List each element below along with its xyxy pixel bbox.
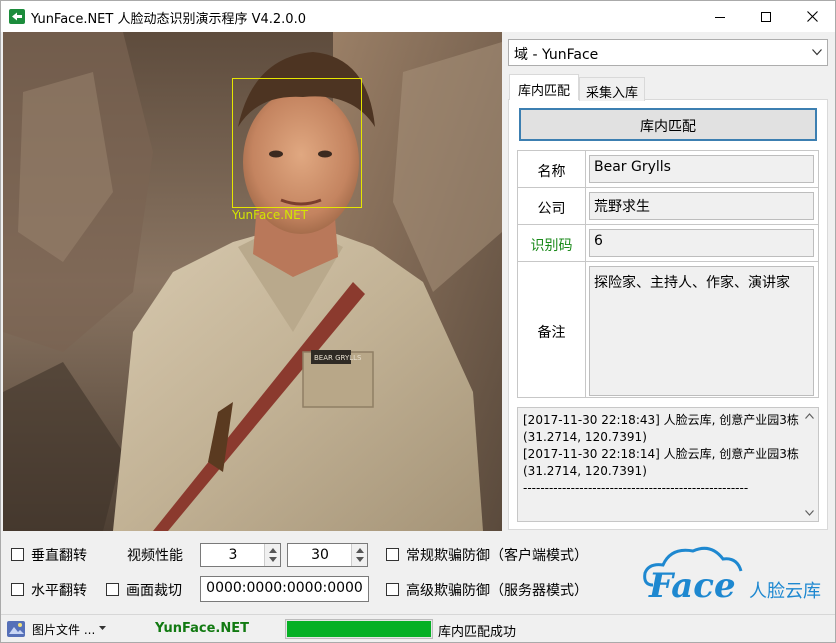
name-label: 名称	[537, 164, 566, 180]
performance-stepper-2-value: 30	[311, 547, 329, 563]
main-window: YunFace.NET 人脸动态识别演示程序 V4.2.0.0 BEAR GRY…	[0, 0, 836, 643]
tab-collect-enroll[interactable]: 采集入库	[579, 77, 645, 101]
chevron-down-icon	[812, 49, 822, 56]
video-performance-label: 视频性能	[127, 548, 183, 564]
table-row-divider	[518, 224, 818, 225]
logo-text-sub: 人脸云库	[749, 581, 821, 602]
company-field[interactable]: 荒野求生	[589, 192, 814, 220]
log-scrollbar[interactable]	[801, 408, 818, 521]
progress-bar	[285, 619, 433, 639]
close-button[interactable]	[789, 1, 835, 32]
logo-text-main: Face	[648, 566, 736, 606]
log-line: (31.2714, 120.7391)	[523, 464, 647, 478]
window-title: YunFace.NET 人脸动态识别演示程序 V4.2.0.0	[31, 12, 306, 27]
maximize-button[interactable]	[743, 1, 789, 32]
yunface-logo: Face 人脸云库	[643, 546, 821, 606]
close-icon	[806, 11, 818, 22]
crop-checkbox[interactable]	[106, 583, 119, 596]
crop-label: 画面裁切	[126, 583, 182, 599]
performance-stepper-1-value: 3	[228, 547, 238, 563]
log-line: [2017-11-30 22:18:43] 人脸云库, 创意产业园3栋	[523, 413, 799, 427]
info-table: 名称 Bear Grylls 公司 荒野求生 识别码 6 备注 探险家、主持人、…	[517, 150, 819, 398]
tab-library-match[interactable]: 库内匹配	[509, 74, 579, 100]
status-text: 库内匹配成功	[438, 625, 517, 640]
domain-select[interactable]: 域 - YunFace	[508, 39, 828, 66]
dropdown-arrow-icon[interactable]	[99, 626, 106, 630]
note-field[interactable]: 探险家、主持人、作家、演讲家	[589, 266, 814, 396]
advanced-anti-spoof-checkbox[interactable]	[386, 583, 399, 596]
shirt-badge-text: BEAR GRYLLS	[314, 354, 362, 362]
name-field[interactable]: Bear Grylls	[589, 155, 814, 183]
stepper-up-icon[interactable]	[269, 548, 277, 553]
minimize-button[interactable]	[697, 1, 743, 32]
note-label: 备注	[537, 325, 566, 341]
normal-anti-spoof-checkbox[interactable]	[386, 548, 399, 561]
id-code-label: 识别码	[530, 238, 573, 254]
advanced-anti-spoof-label: 高级欺骗防御（服务器模式）	[406, 583, 588, 599]
stepper-up-icon[interactable]	[356, 548, 364, 553]
source-select-label[interactable]: 图片文件 ...	[32, 621, 95, 638]
horizontal-flip-label: 水平翻转	[31, 583, 87, 599]
app-icon	[9, 9, 25, 24]
domain-select-value: 域 - YunFace	[514, 47, 599, 63]
maximize-icon	[761, 11, 771, 22]
horizontal-flip-checkbox[interactable]	[11, 583, 24, 596]
log-line: [2017-11-30 22:18:14] 人脸云库, 创意产业园3栋	[523, 447, 799, 461]
log-text: [2017-11-30 22:18:43] 人脸云库, 创意产业园3栋 (31.2…	[523, 412, 799, 497]
company-label: 公司	[537, 201, 566, 217]
scroll-up-icon[interactable]	[805, 413, 814, 419]
table-row-divider	[518, 261, 818, 262]
image-file-icon[interactable]	[5, 619, 27, 639]
face-detection-box	[232, 78, 362, 208]
performance-stepper-1[interactable]: 3	[200, 543, 281, 567]
vertical-flip-checkbox[interactable]	[11, 548, 24, 561]
face-detection-label: YunFace.NET	[232, 208, 309, 222]
normal-anti-spoof-label: 常规欺骗防御（客户端模式）	[406, 548, 588, 564]
vertical-flip-label: 垂直翻转	[31, 548, 87, 564]
title-bar: YunFace.NET 人脸动态识别演示程序 V4.2.0.0	[1, 1, 835, 32]
log-line: ----------------------------------------…	[523, 481, 749, 495]
library-match-button[interactable]: 库内匹配	[519, 108, 817, 141]
scroll-down-icon[interactable]	[805, 510, 814, 516]
id-code-field[interactable]: 6	[589, 229, 814, 257]
minimize-icon	[715, 16, 725, 18]
log-textbox[interactable]: [2017-11-30 22:18:43] 人脸云库, 创意产业园3栋 (31.2…	[517, 407, 819, 522]
status-bar: 图片文件 ... YunFace.NET 库内匹配成功	[1, 614, 835, 642]
stepper-down-icon[interactable]	[356, 557, 364, 562]
stepper-down-icon[interactable]	[269, 557, 277, 562]
performance-stepper-2[interactable]: 30	[287, 543, 368, 567]
video-preview: BEAR GRYLLS YunFace.NET	[3, 32, 502, 531]
progress-fill	[287, 621, 431, 637]
table-row-divider	[518, 187, 818, 188]
crop-input[interactable]: 0000:0000:0000:0000	[200, 576, 369, 602]
log-line: (31.2714, 120.7391)	[523, 430, 647, 444]
status-brand: YunFace.NET	[155, 621, 249, 636]
